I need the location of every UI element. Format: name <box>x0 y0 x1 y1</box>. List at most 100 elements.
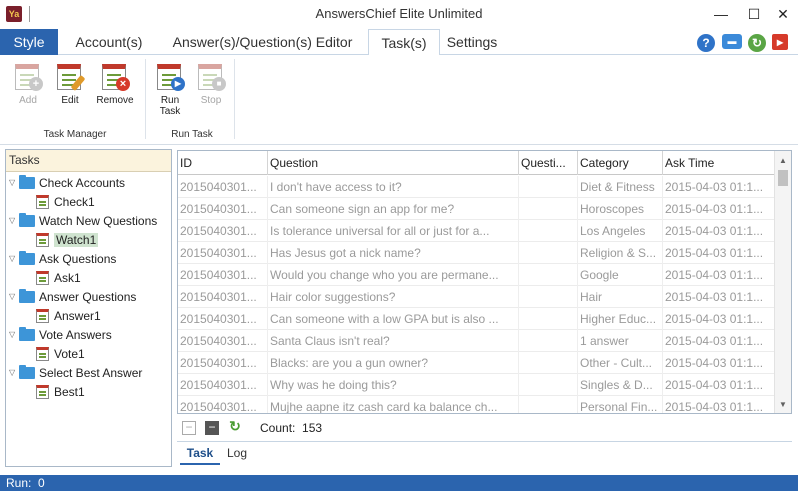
add-task-button[interactable]: + Add <box>6 61 50 106</box>
questions-grid: ID Question Questi... Category Ask Time … <box>177 150 792 414</box>
tasks-tree-header: Tasks <box>6 150 171 172</box>
tree-node-check-accounts[interactable]: ▽ Check Accounts <box>9 174 125 192</box>
table-row[interactable]: 2015040301... I don't have access to it? D… <box>178 176 775 198</box>
table-row[interactable]: 2015040301... Hair color suggestions? Hair… <box>178 286 775 308</box>
grid-header: ID Question Questi... Category Ask Time <box>178 151 775 175</box>
table-row[interactable]: 2015040301... Has Jesus got a nick name? R… <box>178 242 775 264</box>
maximize-button[interactable]: ☐ <box>743 4 765 24</box>
column-header-category[interactable]: Category <box>578 151 663 175</box>
expand-all-icon[interactable]: − <box>182 421 196 435</box>
calendar-icon <box>36 271 49 285</box>
tree-node-answer1[interactable]: Answer1 <box>36 307 101 325</box>
calendar-run-icon: ▶ <box>155 61 185 91</box>
close-button[interactable]: ✕ <box>772 4 794 24</box>
cell-id: 2015040301... <box>178 396 268 413</box>
tree-node-vote1[interactable]: Vote1 <box>36 345 85 363</box>
tab-task[interactable]: Task <box>180 442 220 465</box>
exit-icon[interactable]: ▸ <box>772 34 788 50</box>
window-title: AnswersChief Elite Unlimited <box>315 6 483 21</box>
cell-question-status <box>519 352 578 374</box>
cell-id: 2015040301... <box>178 242 268 264</box>
help-icon[interactable]: ? <box>697 34 715 52</box>
tree-node-ask1[interactable]: Ask1 <box>36 269 81 287</box>
cell-question: Is tolerance universal for all or just f… <box>268 220 519 242</box>
edit-task-button[interactable]: Edit <box>48 61 92 106</box>
tasks-tree-panel: Tasks ▽ Check Accounts Check1 ▽ Watch New … <box>5 149 172 467</box>
table-row[interactable]: 2015040301... Can someone sign an app for… <box>178 198 775 220</box>
run-task-label: Run Task <box>159 95 181 117</box>
scroll-up-icon[interactable]: ▲ <box>775 153 791 169</box>
remove-task-label: Remove <box>96 95 134 106</box>
cell-question: Can someone sign an app for me? <box>268 198 519 220</box>
expand-icon[interactable]: ▽ <box>9 174 19 192</box>
cell-question: Santa Claus isn't real? <box>268 330 519 352</box>
run-status: Run: 0 <box>6 476 45 490</box>
tab-accounts[interactable]: Account(s) <box>62 29 156 55</box>
tab-tasks[interactable]: Task(s) <box>368 29 440 56</box>
table-row[interactable]: 2015040301... Would you change who you ar… <box>178 264 775 286</box>
tab-log[interactable]: Log <box>227 442 247 465</box>
expand-icon[interactable]: ▽ <box>9 212 19 230</box>
table-row[interactable]: 2015040301... Mujhe aapne itz cash card k… <box>178 396 775 413</box>
cell-id: 2015040301... <box>178 352 268 374</box>
cell-id: 2015040301... <box>178 220 268 242</box>
table-row[interactable]: 2015040301... Can someone with a low GPA … <box>178 308 775 330</box>
cell-question-status <box>519 396 578 413</box>
tree-node-answer-questions[interactable]: ▽ Answer Questions <box>9 288 136 306</box>
folder-icon <box>19 213 35 227</box>
refresh-grid-icon[interactable]: ↻ <box>228 419 242 435</box>
tree-node-watch1[interactable]: Watch1 <box>36 231 99 249</box>
cell-question-status <box>519 198 578 220</box>
tab-style[interactable]: Style <box>0 29 58 55</box>
column-header-question[interactable]: Question <box>268 151 519 175</box>
expand-icon[interactable]: ▽ <box>9 326 19 344</box>
cell-id: 2015040301... <box>178 198 268 220</box>
cell-question-status <box>519 374 578 396</box>
cell-question-status <box>519 330 578 352</box>
cell-question: Blacks: are you a gun owner? <box>268 352 519 374</box>
table-row[interactable]: 2015040301... Is tolerance universal for … <box>178 220 775 242</box>
tree-node-vote-answers[interactable]: ▽ Vote Answers <box>9 326 112 344</box>
tree-node-ask-questions[interactable]: ▽ Ask Questions <box>9 250 116 268</box>
tree-node-select-best-answer[interactable]: ▽ Select Best Answer <box>9 364 142 382</box>
scroll-down-icon[interactable]: ▼ <box>775 397 791 413</box>
folder-icon <box>19 327 35 341</box>
tab-settings[interactable]: Settings <box>442 29 502 55</box>
cell-ask-time: 2015-04-03 01:1... <box>663 352 775 374</box>
calendar-icon <box>36 195 49 209</box>
column-header-id[interactable]: ID <box>178 151 268 175</box>
cell-question: I don't have access to it? <box>268 176 519 198</box>
scrollbar-thumb[interactable] <box>778 170 788 186</box>
column-header-question-status[interactable]: Questi... <box>519 151 578 175</box>
cell-question: Can someone with a low GPA but is also .… <box>268 308 519 330</box>
tree-node-best1[interactable]: Best1 <box>36 383 85 401</box>
tree-node-watch-new-questions[interactable]: ▽ Watch New Questions <box>9 212 157 230</box>
cell-category: 1 answer <box>578 330 663 352</box>
cell-question: Hair color suggestions? <box>268 286 519 308</box>
column-header-ask-time[interactable]: Ask Time <box>663 151 775 175</box>
cell-question: Has Jesus got a nick name? <box>268 242 519 264</box>
cell-ask-time: 2015-04-03 01:1... <box>663 374 775 396</box>
tab-answer-question-editor[interactable]: Answer(s)/Question(s) Editor <box>160 29 365 55</box>
remove-task-button[interactable]: × Remove <box>93 61 137 106</box>
refresh-icon[interactable]: ↻ <box>748 34 766 52</box>
table-row[interactable]: 2015040301... Blacks: are you a gun owner… <box>178 352 775 374</box>
cell-id: 2015040301... <box>178 374 268 396</box>
table-row[interactable]: 2015040301... Why was he doing this? Singl… <box>178 374 775 396</box>
expand-icon[interactable]: ▽ <box>9 288 19 306</box>
run-task-button[interactable]: ▶ Run Task <box>148 61 192 117</box>
calendar-stop-icon: ■ <box>196 61 226 91</box>
stop-task-button[interactable]: ■ Stop <box>189 61 233 106</box>
expand-icon[interactable]: ▽ <box>9 364 19 382</box>
cell-ask-time: 2015-04-03 01:1... <box>663 330 775 352</box>
chat-icon[interactable]: ▬ <box>722 34 742 49</box>
minimize-button[interactable]: — <box>710 4 732 24</box>
expand-icon[interactable]: ▽ <box>9 250 19 268</box>
table-row[interactable]: 2015040301... Santa Claus isn't real? 1 an… <box>178 330 775 352</box>
tree-node-check1[interactable]: Check1 <box>36 193 95 211</box>
collapse-all-icon[interactable]: − <box>205 421 219 435</box>
task-manager-group-label: Task Manager <box>43 129 107 140</box>
cell-id: 2015040301... <box>178 286 268 308</box>
vertical-scrollbar[interactable]: ▲ ▼ <box>774 151 791 413</box>
cell-question-status <box>519 308 578 330</box>
